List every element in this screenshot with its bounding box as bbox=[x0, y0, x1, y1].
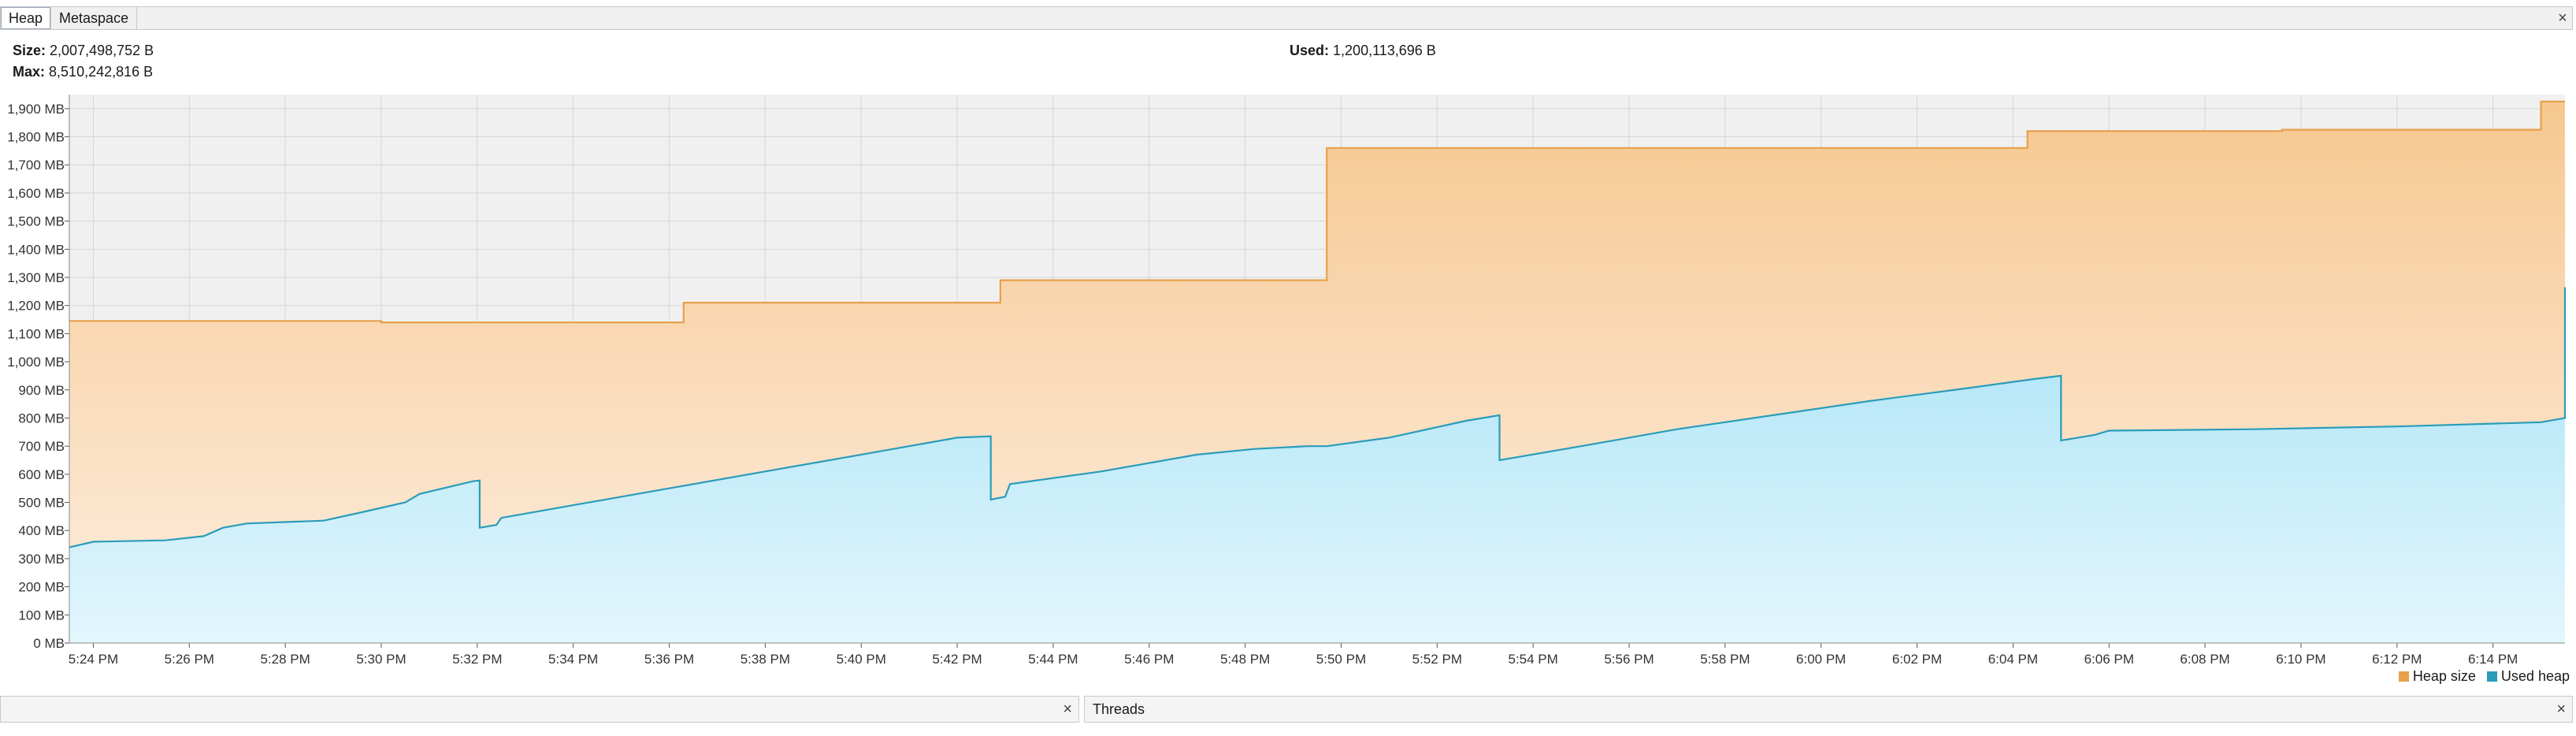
used-label: Used: bbox=[1290, 43, 1330, 58]
x-tick-label: 5:26 PM bbox=[165, 652, 214, 667]
y-tick-label: 300 MB bbox=[18, 552, 65, 567]
y-tick-label: 400 MB bbox=[18, 523, 65, 538]
legend-heap-size: Heap size bbox=[2398, 668, 2476, 685]
y-tick-label: 1,900 MB bbox=[7, 102, 65, 117]
tab-metaspace[interactable]: Metaspace bbox=[51, 7, 138, 29]
used-value: 1,200,113,696 B bbox=[1333, 43, 1436, 58]
heap-stats-left: Size: 2,007,498,752 B Max: 8,510,242,816… bbox=[13, 43, 154, 80]
y-tick-label: 1,300 MB bbox=[7, 270, 65, 285]
y-tick-label: 1,200 MB bbox=[7, 299, 65, 314]
legend-used-swatch bbox=[2486, 671, 2497, 682]
threads-panel-title: Threads bbox=[1093, 701, 1145, 717]
threads-panel-header: Threads × bbox=[1084, 696, 2573, 723]
x-tick-label: 5:34 PM bbox=[548, 652, 598, 667]
y-tick-label: 700 MB bbox=[18, 439, 65, 454]
x-tick-label: 6:10 PM bbox=[2276, 652, 2325, 667]
legend-heap-label: Heap size bbox=[2412, 668, 2476, 684]
y-tick-label: 900 MB bbox=[18, 383, 65, 398]
x-tick-label: 5:24 PM bbox=[69, 652, 118, 667]
y-tick-label: 200 MB bbox=[18, 580, 65, 595]
bottom-left-panel-header: × bbox=[0, 696, 1079, 723]
x-tick-label: 5:32 PM bbox=[452, 652, 502, 667]
y-tick-label: 800 MB bbox=[18, 411, 65, 426]
x-tick-label: 6:06 PM bbox=[2084, 652, 2134, 667]
heap-chart-svg: 0 MB 100 MB 200 MB 300 MB 400 MB 500 MB 600 MB… bbox=[7, 95, 2567, 667]
x-tick-label: 5:40 PM bbox=[837, 652, 886, 667]
y-tick-label: 600 MB bbox=[18, 467, 65, 482]
y-tick-label: 1,700 MB bbox=[7, 158, 65, 173]
x-tick-label: 5:28 PM bbox=[260, 652, 310, 667]
x-tick-label: 5:52 PM bbox=[1412, 652, 1462, 667]
y-tick-label: 1,800 MB bbox=[7, 130, 65, 145]
y-tick-label: 1,600 MB bbox=[7, 186, 65, 201]
x-tick-label: 5:56 PM bbox=[1604, 652, 1654, 667]
tab-heap[interactable]: Heap bbox=[1, 7, 52, 29]
x-tick-label: 6:12 PM bbox=[2372, 652, 2422, 667]
close-icon[interactable]: × bbox=[1063, 701, 1072, 719]
heap-stats-used: Used: 1,200,113,696 B bbox=[1290, 43, 1436, 59]
y-tick-label: 1,400 MB bbox=[7, 242, 65, 257]
size-value: 2,007,498,752 B bbox=[50, 43, 154, 58]
y-tick-label: 100 MB bbox=[18, 608, 65, 623]
y-tick-label: 1,100 MB bbox=[7, 326, 65, 341]
x-tick-label: 5:50 PM bbox=[1316, 652, 1366, 667]
x-tick-label: 6:04 PM bbox=[1988, 652, 2038, 667]
x-tick-label: 6:02 PM bbox=[1892, 652, 1942, 667]
x-tick-label: 5:30 PM bbox=[356, 652, 406, 667]
x-tick-label: 6:00 PM bbox=[1796, 652, 1846, 667]
x-tick-label: 5:46 PM bbox=[1124, 652, 1174, 667]
y-tick-label: 1,000 MB bbox=[7, 355, 65, 370]
y-tick-label: 1,500 MB bbox=[7, 214, 65, 229]
chart-legend: Heap size Used heap bbox=[2398, 668, 2570, 685]
legend-heap-swatch bbox=[2398, 671, 2409, 682]
max-label: Max: bbox=[13, 64, 46, 80]
x-tick-label: 5:58 PM bbox=[1700, 652, 1750, 667]
x-tick-label: 6:14 PM bbox=[2468, 652, 2518, 667]
legend-used-label: Used heap bbox=[2500, 668, 2570, 684]
y-tick-label: 500 MB bbox=[18, 496, 65, 511]
size-label: Size: bbox=[13, 43, 46, 58]
x-tick-label: 5:42 PM bbox=[932, 652, 982, 667]
max-value: 8,510,242,816 B bbox=[49, 64, 154, 80]
memory-tab-bar: Heap Metaspace × bbox=[0, 6, 2573, 30]
heap-chart: 0 MB 100 MB 200 MB 300 MB 400 MB 500 MB 600 MB… bbox=[0, 87, 2576, 686]
x-tick-label: 5:38 PM bbox=[741, 652, 790, 667]
close-icon[interactable]: × bbox=[2553, 7, 2572, 29]
close-icon[interactable]: × bbox=[2556, 701, 2566, 719]
x-tick-label: 5:44 PM bbox=[1028, 652, 1078, 667]
x-tick-label: 6:08 PM bbox=[2180, 652, 2229, 667]
x-tick-label: 5:54 PM bbox=[1508, 652, 1557, 667]
x-tick-label: 5:36 PM bbox=[644, 652, 694, 667]
legend-used-heap: Used heap bbox=[2486, 668, 2570, 685]
x-tick-label: 5:48 PM bbox=[1220, 652, 1270, 667]
y-tick-label: 0 MB bbox=[33, 636, 65, 651]
